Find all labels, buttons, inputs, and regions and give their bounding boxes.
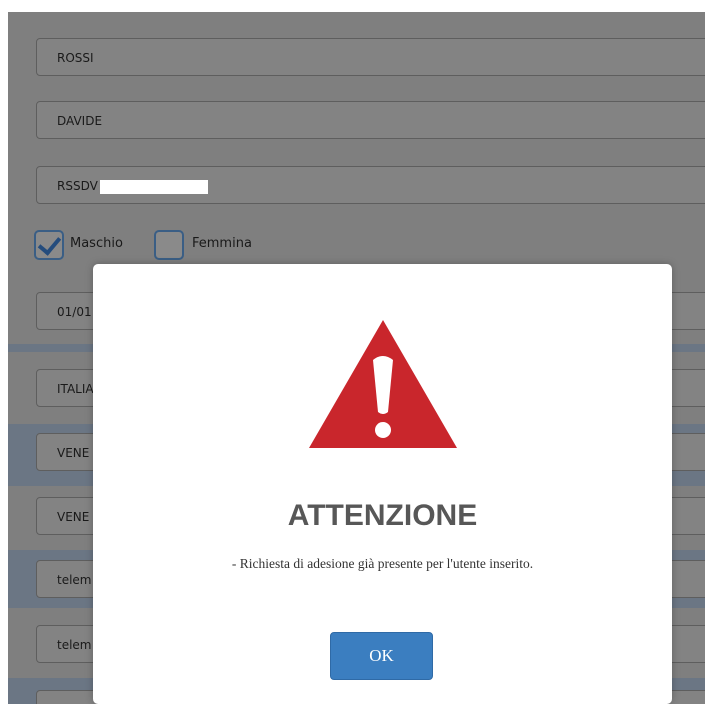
birth-date-value: 01/01 (57, 305, 92, 319)
ok-button[interactable]: OK (330, 632, 433, 680)
female-label: Femmina (192, 236, 252, 251)
name-field[interactable]: DAVIDE (36, 101, 705, 139)
tax-code-value: RSSDV (57, 179, 98, 193)
warning-triangle-icon (309, 320, 457, 448)
top-strip (0, 0, 705, 12)
dialog-message: - Richiesta di adesione già presente per… (231, 556, 534, 571)
surname-field[interactable]: ROSSI (36, 38, 705, 76)
email-value: telem (57, 573, 92, 587)
female-checkbox[interactable] (154, 230, 184, 260)
region-value: VENE (57, 446, 90, 460)
male-label: Maschio (70, 236, 123, 251)
dialog-title: ATTENZIONE (287, 499, 478, 532)
gender-row: Maschio Femmina (8, 218, 705, 270)
province-value: VENE (57, 510, 90, 524)
name-value: DAVIDE (57, 114, 103, 128)
alert-dialog: ATTENZIONE - Richiesta di adesione già p… (93, 264, 672, 704)
redaction-box (99, 179, 208, 194)
surname-value: ROSSI (57, 51, 94, 65)
country-value: ITALIA (57, 382, 94, 396)
email-confirm-value: telem (57, 638, 92, 652)
tax-code-field[interactable]: RSSDV (36, 166, 705, 204)
male-checkbox[interactable] (34, 230, 64, 260)
